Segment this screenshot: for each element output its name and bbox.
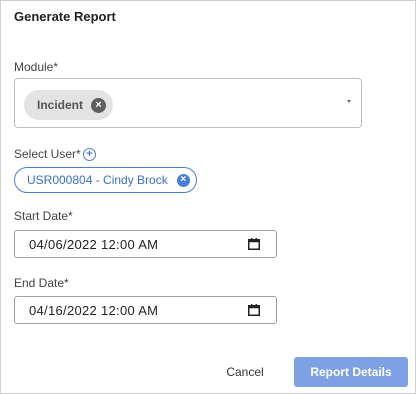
report-details-button[interactable]: Report Details xyxy=(294,357,408,387)
end-date-input[interactable]: 04/16/2022 12:00 AM xyxy=(14,296,277,324)
cancel-button[interactable]: Cancel xyxy=(217,357,273,387)
end-date-value: 04/16/2022 12:00 AM xyxy=(29,303,159,318)
calendar-icon[interactable] xyxy=(248,238,260,250)
module-select[interactable]: Incident × xyxy=(14,78,362,128)
end-date-label: End Date* xyxy=(14,276,69,290)
module-label: Module* xyxy=(14,60,59,74)
generate-report-dialog: Generate Report Module* Incident × Selec… xyxy=(0,0,416,394)
x-circle-icon[interactable]: × xyxy=(176,173,190,187)
plus-circle-icon[interactable]: + xyxy=(83,148,96,161)
module-chip: Incident × xyxy=(24,90,114,120)
caret-down-icon[interactable] xyxy=(347,100,351,103)
select-user-label: Select User* xyxy=(14,147,81,161)
dialog-title: Generate Report xyxy=(14,9,116,24)
user-chip-label: USR000804 - Cindy Brock xyxy=(27,173,168,187)
calendar-icon[interactable] xyxy=(248,304,260,316)
start-date-label: Start Date* xyxy=(14,209,73,223)
x-circle-icon[interactable]: × xyxy=(91,97,107,113)
start-date-value: 04/06/2022 12:00 AM xyxy=(29,237,159,252)
module-chip-label: Incident xyxy=(37,98,84,112)
start-date-input[interactable]: 04/06/2022 12:00 AM xyxy=(14,230,277,258)
user-chip: USR000804 - Cindy Brock × xyxy=(14,167,197,193)
